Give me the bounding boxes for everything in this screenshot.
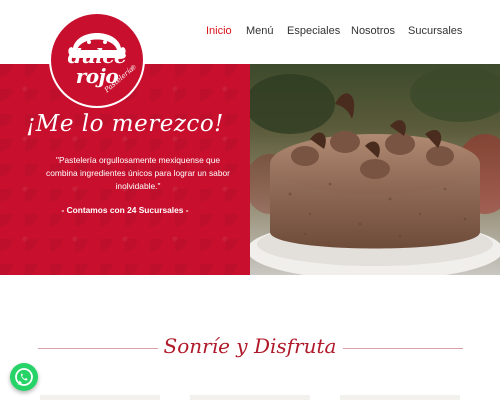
section-title: Sonríe y Disfruta (163, 334, 337, 358)
whatsapp-icon (15, 368, 33, 386)
nav-item-sucursales[interactable]: Sucursales (408, 25, 462, 37)
product-cards-strip (0, 395, 500, 400)
section-header: Sonríe y Disfruta (0, 328, 500, 368)
branches-callout: - Contamos con 24 Sucursales - (61, 205, 189, 215)
hero-title: ¡Me lo merezco! (26, 111, 224, 137)
product-card[interactable] (190, 395, 310, 400)
product-card[interactable] (40, 395, 160, 400)
nav-item-menu[interactable]: Menú (246, 25, 274, 37)
chocolate-cake-image (250, 66, 500, 275)
brand-logo[interactable]: dulce rojo ® Pastelería (51, 14, 143, 106)
nav-item-nosotros[interactable]: Nosotros (351, 25, 395, 37)
nav-item-especiales[interactable]: Especiales (287, 25, 340, 37)
hero-image (250, 64, 500, 275)
hero-description: "Pastelería orgullosamente mexiquense qu… (46, 155, 230, 191)
product-card[interactable] (340, 395, 460, 400)
whatsapp-button[interactable] (10, 363, 38, 391)
nav-item-inicio[interactable]: Inicio (206, 25, 232, 37)
section-divider-right (343, 348, 463, 349)
